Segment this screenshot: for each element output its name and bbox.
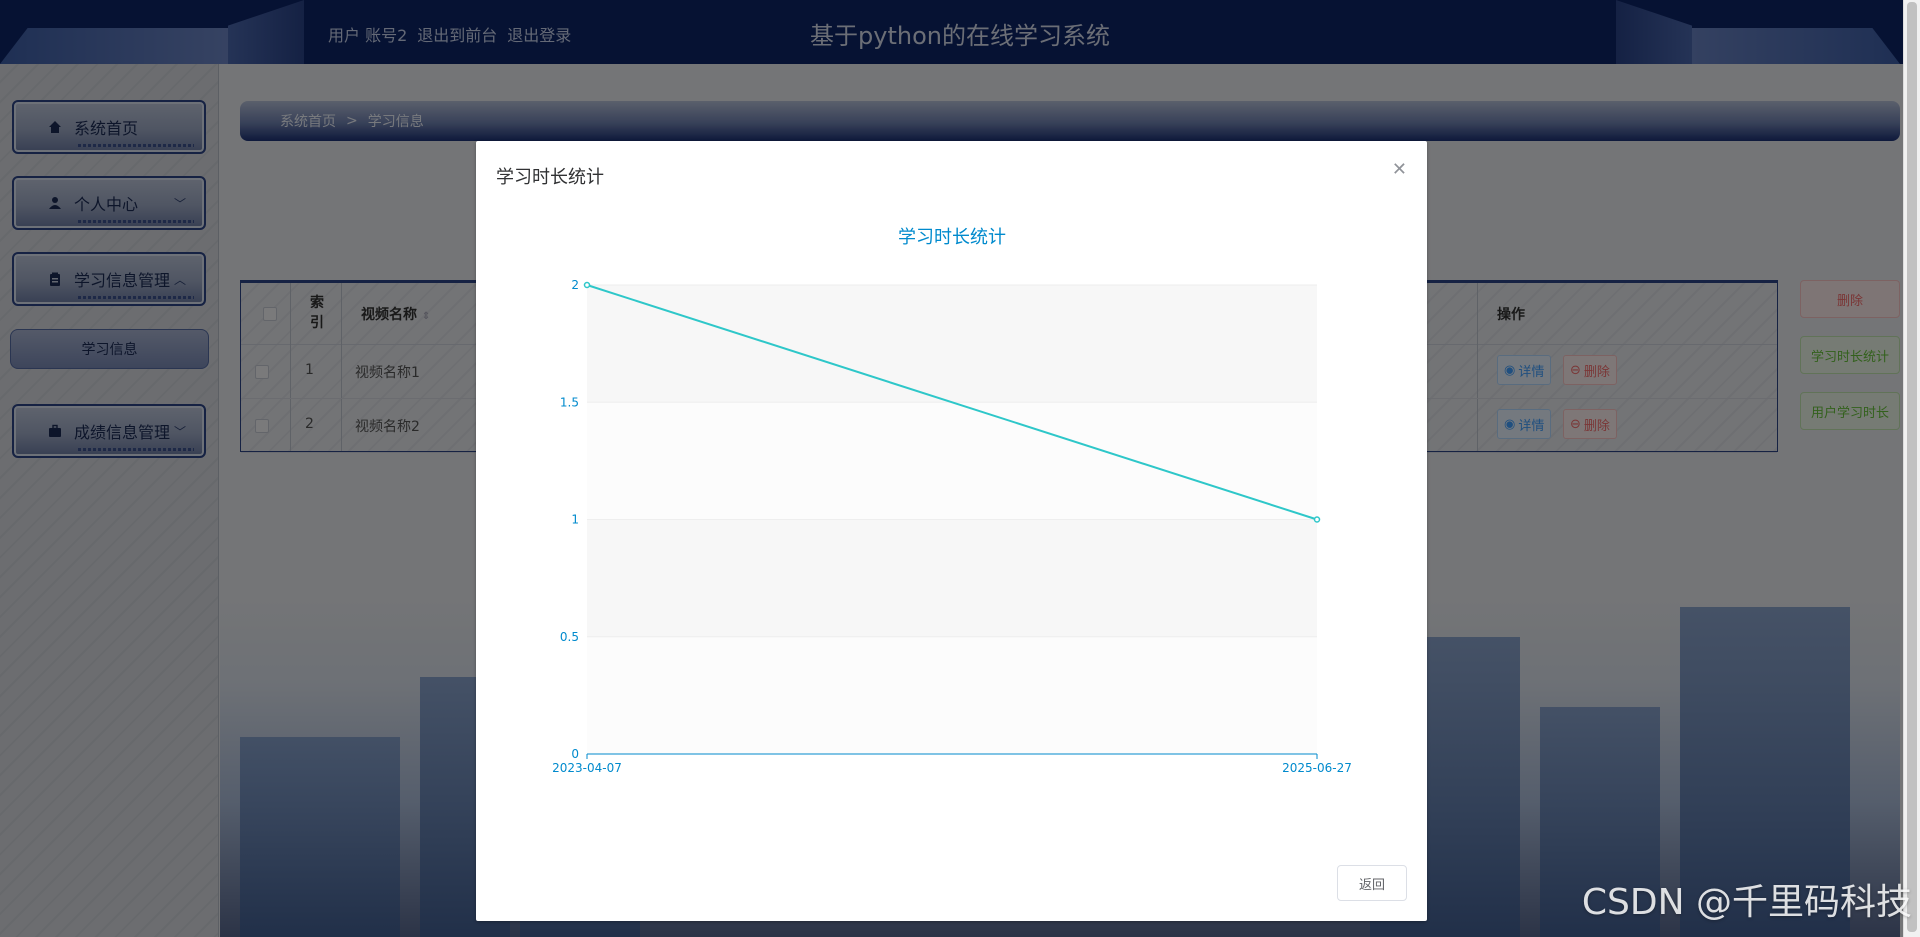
- y-tick-label: 1: [571, 513, 579, 527]
- y-tick-label: 1.5: [560, 395, 579, 409]
- chart-split-area: [587, 402, 1317, 520]
- x-tick-label: 2025-06-27: [1282, 761, 1352, 775]
- chart-split-area: [587, 285, 1317, 403]
- study-stats-dialog: 学习时长统计 ✕ 学习时长统计 0 0.5 1 1.5 2 2023-04-07 2025-0…: [476, 141, 1427, 921]
- data-point: [1313, 516, 1321, 523]
- line-chart: 学习时长统计 0 0.5 1 1.5 2 2023-04-07 2025-06-27: [552, 227, 1352, 775]
- y-tick-label: 2: [571, 278, 579, 292]
- y-tick-label: 0.5: [560, 630, 579, 644]
- chart-title: 学习时长统计: [898, 227, 1006, 248]
- chart-split-area: [587, 636, 1317, 754]
- scrollbar-thumb[interactable]: [1907, 2, 1917, 932]
- chart-split-area: [587, 519, 1317, 637]
- data-point: [583, 281, 591, 289]
- watermark-text: CSDN @千里码科技: [1581, 882, 1912, 923]
- return-button[interactable]: 返回: [1337, 865, 1407, 901]
- y-tick-label: 0: [571, 747, 579, 761]
- page-scrollbar[interactable]: [1903, 0, 1920, 937]
- x-tick-label: 2023-04-07: [552, 761, 622, 775]
